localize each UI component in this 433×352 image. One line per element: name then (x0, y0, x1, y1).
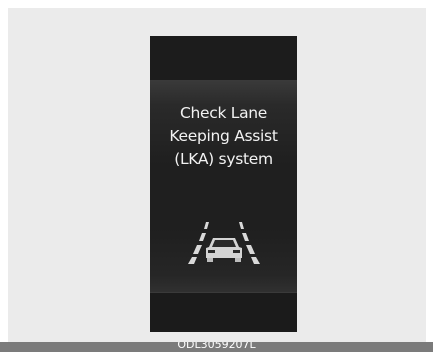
warning-message: Check Lane Keeping Assist (LKA) system (150, 102, 297, 171)
display-top-band (150, 36, 297, 81)
cluster-display: Check Lane Keeping Assist (LKA) system (150, 36, 297, 332)
figure-code: ODL3059207L (177, 342, 256, 351)
warning-message-line-3: (LKA) system (174, 150, 273, 168)
warning-message-line-2: Keeping Assist (169, 127, 278, 145)
warning-message-line-1: Check Lane (179, 104, 268, 122)
figure-code-bar: ODL3059207L (0, 342, 433, 352)
display-bottom-band (150, 292, 297, 332)
lane-keeping-assist-icon (188, 222, 260, 264)
figure-panel: Check Lane Keeping Assist (LKA) system (8, 8, 426, 342)
